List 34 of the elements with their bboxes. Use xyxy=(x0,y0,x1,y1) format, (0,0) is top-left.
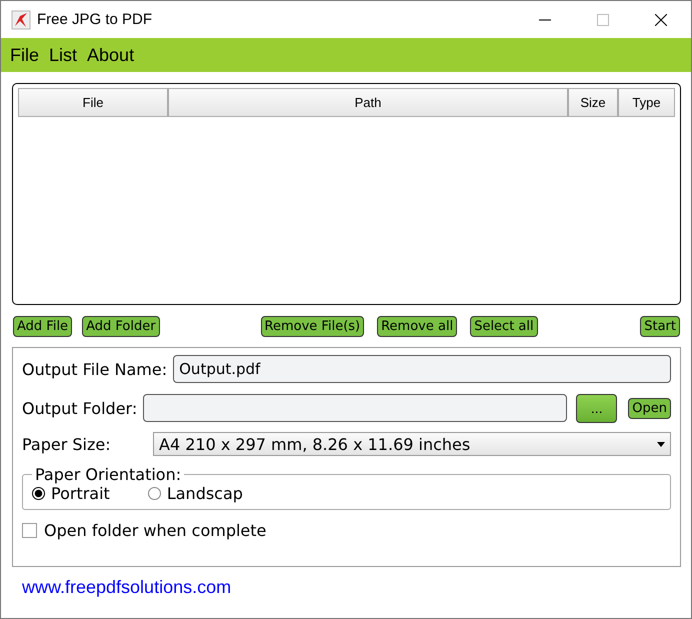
field-label: Output File Name: xyxy=(22,360,168,378)
column-header[interactable]: Path xyxy=(168,88,568,117)
field-label: Output Folder: xyxy=(22,398,138,418)
output-file-name-field[interactable]: Output.pdf xyxy=(173,355,671,383)
menu-item[interactable]: File xyxy=(10,44,40,66)
caret-icon xyxy=(657,442,665,446)
field-label: Paper Size: xyxy=(22,434,112,454)
action-button[interactable]: Start xyxy=(640,316,680,337)
column-header[interactable]: Type xyxy=(618,88,675,117)
file-list[interactable]: File Path Size Type xyxy=(12,83,681,305)
action-button[interactable]: Remove all xyxy=(377,316,458,337)
open-button[interactable]: Open xyxy=(628,398,671,418)
website-link[interactable]: www.freepdfsolutions.com xyxy=(22,577,232,597)
window-title: Free JPG to PDF xyxy=(37,11,152,28)
radio-button[interactable] xyxy=(32,487,45,500)
output-folder-field[interactable] xyxy=(143,394,568,422)
action-button[interactable]: Add File xyxy=(13,316,72,337)
app-logo-icon xyxy=(11,10,31,30)
column-header[interactable]: Size xyxy=(568,88,618,117)
action-button[interactable]: Select all xyxy=(470,316,538,337)
radio-label: Landscap xyxy=(166,484,243,503)
action-button[interactable]: Add Folder xyxy=(82,316,160,337)
column-header[interactable]: File xyxy=(18,88,168,117)
menu-item[interactable]: About xyxy=(87,44,134,66)
radio-label: Portrait xyxy=(51,484,110,503)
close-icon[interactable] xyxy=(655,14,667,26)
checkbox[interactable] xyxy=(22,523,37,538)
checkbox-label: Open folder when complete xyxy=(44,521,266,540)
menu-item[interactable]: List xyxy=(49,44,78,66)
browse-button[interactable]: ... xyxy=(576,394,618,422)
radio-button[interactable] xyxy=(148,487,161,500)
group-label: Paper Orientation: xyxy=(34,465,182,484)
paper-size-dropdown[interactable]: A4 210 x 297 mm, 8.26 x 11.69 inches xyxy=(153,432,671,456)
action-button[interactable]: Remove File(s) xyxy=(260,316,364,337)
